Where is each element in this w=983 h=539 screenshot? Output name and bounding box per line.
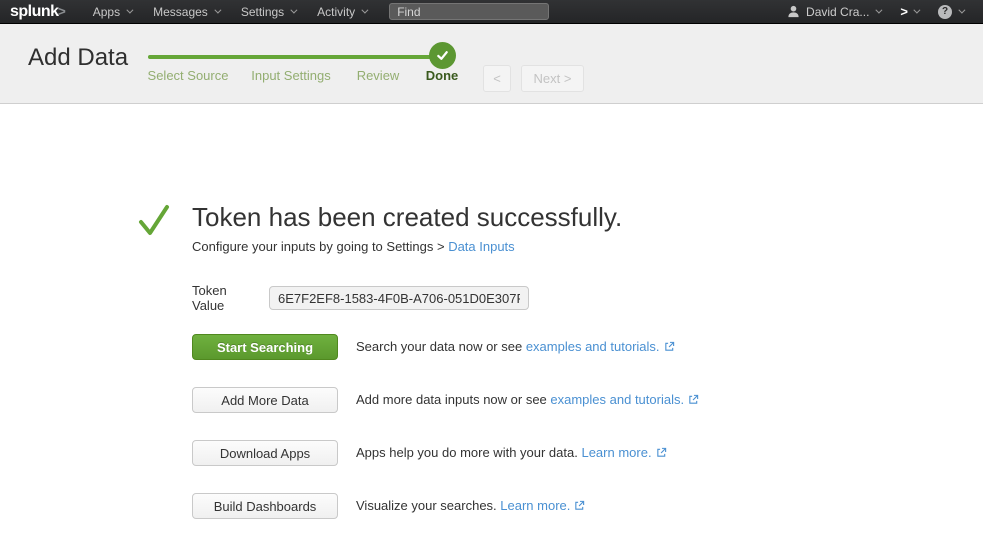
chevron-down-icon: [291, 7, 298, 14]
find-search: [389, 3, 549, 20]
action-row-add-more-data: Add More Data Add more data inputs now o…: [192, 387, 699, 413]
menu-apps[interactable]: Apps: [82, 0, 142, 23]
chevron-down-icon: [958, 7, 965, 14]
user-icon: [787, 5, 800, 18]
step-review: Review: [357, 68, 400, 83]
main-content: Token has been created successfully. Con…: [0, 105, 983, 539]
page-title: Add Data: [28, 44, 128, 72]
user-name-label: David Cra...: [806, 5, 869, 19]
chevron-down-icon: [126, 7, 133, 14]
stepper-done-checkmark-icon: [429, 42, 456, 69]
action-row-download-apps: Download Apps Apps help you do more with…: [192, 440, 667, 466]
app-switcher-menu[interactable]: >: [890, 0, 928, 23]
token-value-label: Token Value: [192, 283, 256, 313]
splunk-caret-icon: >: [900, 4, 907, 19]
splunk-add-data-page: splunk> Apps Messages Settings Activity: [0, 0, 983, 539]
splunk-logo-text: splunk: [10, 3, 59, 21]
wizard-stepper: Select Source Input Settings Review Done: [148, 24, 458, 104]
learn-more-link[interactable]: Learn more.: [500, 498, 570, 513]
help-menu[interactable]: ?: [928, 0, 973, 23]
menu-activity-label: Activity: [317, 5, 355, 19]
step-select-source: Select Source: [148, 68, 229, 83]
desc-text: Visualize your searches.: [356, 498, 500, 513]
external-link-icon: [688, 393, 699, 408]
menu-messages[interactable]: Messages: [142, 0, 230, 23]
desc-text: Apps help you do more with your data.: [356, 445, 581, 460]
data-inputs-link[interactable]: Data Inputs: [448, 239, 515, 254]
download-apps-desc: Apps help you do more with your data. Le…: [356, 445, 667, 461]
chevron-down-icon: [913, 7, 920, 14]
menu-apps-label: Apps: [93, 5, 120, 19]
chevron-down-icon: [214, 7, 221, 14]
download-apps-button[interactable]: Download Apps: [192, 440, 338, 466]
splunk-logo-chevron-icon: >: [58, 3, 66, 19]
wizard-nav-buttons: < Next >: [483, 65, 584, 92]
token-value-input[interactable]: [269, 286, 529, 310]
start-searching-desc: Search your data now or see examples and…: [356, 339, 675, 355]
build-dashboards-desc: Visualize your searches. Learn more.: [356, 498, 585, 514]
page-header: Add Data Select Source Input Settings Re…: [0, 24, 983, 104]
add-more-data-desc: Add more data inputs now or see examples…: [356, 392, 699, 408]
navbar-right: David Cra... > ?: [777, 0, 983, 23]
top-navbar: splunk> Apps Messages Settings Activity: [0, 0, 983, 24]
splunk-logo[interactable]: splunk>: [10, 3, 66, 21]
user-menu[interactable]: David Cra...: [777, 0, 890, 23]
external-link-icon: [664, 340, 675, 355]
menu-activity[interactable]: Activity: [306, 0, 377, 23]
chevron-down-icon: [876, 7, 883, 14]
learn-more-link[interactable]: Learn more.: [581, 445, 651, 460]
menu-messages-label: Messages: [153, 5, 208, 19]
chevron-down-icon: [362, 7, 369, 14]
desc-text: Add more data inputs now or see: [356, 392, 550, 407]
success-heading: Token has been created successfully.: [192, 202, 622, 233]
step-input-settings: Input Settings: [251, 68, 331, 83]
find-search-input[interactable]: [389, 3, 549, 20]
desc-text: Search your data now or see: [356, 339, 526, 354]
menu-settings-label: Settings: [241, 5, 284, 19]
stepper-progress-line: [148, 55, 442, 59]
build-dashboards-button[interactable]: Build Dashboards: [192, 493, 338, 519]
next-button[interactable]: Next >: [521, 65, 584, 92]
examples-tutorials-link[interactable]: examples and tutorials.: [526, 339, 660, 354]
back-button[interactable]: <: [483, 65, 511, 92]
configure-hint: Configure your inputs by going to Settin…: [192, 239, 515, 254]
add-more-data-button[interactable]: Add More Data: [192, 387, 338, 413]
success-checkmark-icon: [138, 203, 170, 237]
start-searching-button[interactable]: Start Searching: [192, 334, 338, 360]
token-row: Token Value: [192, 283, 529, 313]
action-row-start-searching: Start Searching Search your data now or …: [192, 334, 675, 360]
external-link-icon: [656, 446, 667, 461]
configure-hint-text: Configure your inputs by going to Settin…: [192, 239, 448, 254]
help-icon: ?: [938, 5, 952, 19]
menu-settings[interactable]: Settings: [230, 0, 306, 23]
examples-tutorials-link[interactable]: examples and tutorials.: [550, 392, 684, 407]
external-link-icon: [574, 499, 585, 514]
step-done: Done: [426, 68, 459, 83]
action-row-build-dashboards: Build Dashboards Visualize your searches…: [192, 493, 585, 519]
